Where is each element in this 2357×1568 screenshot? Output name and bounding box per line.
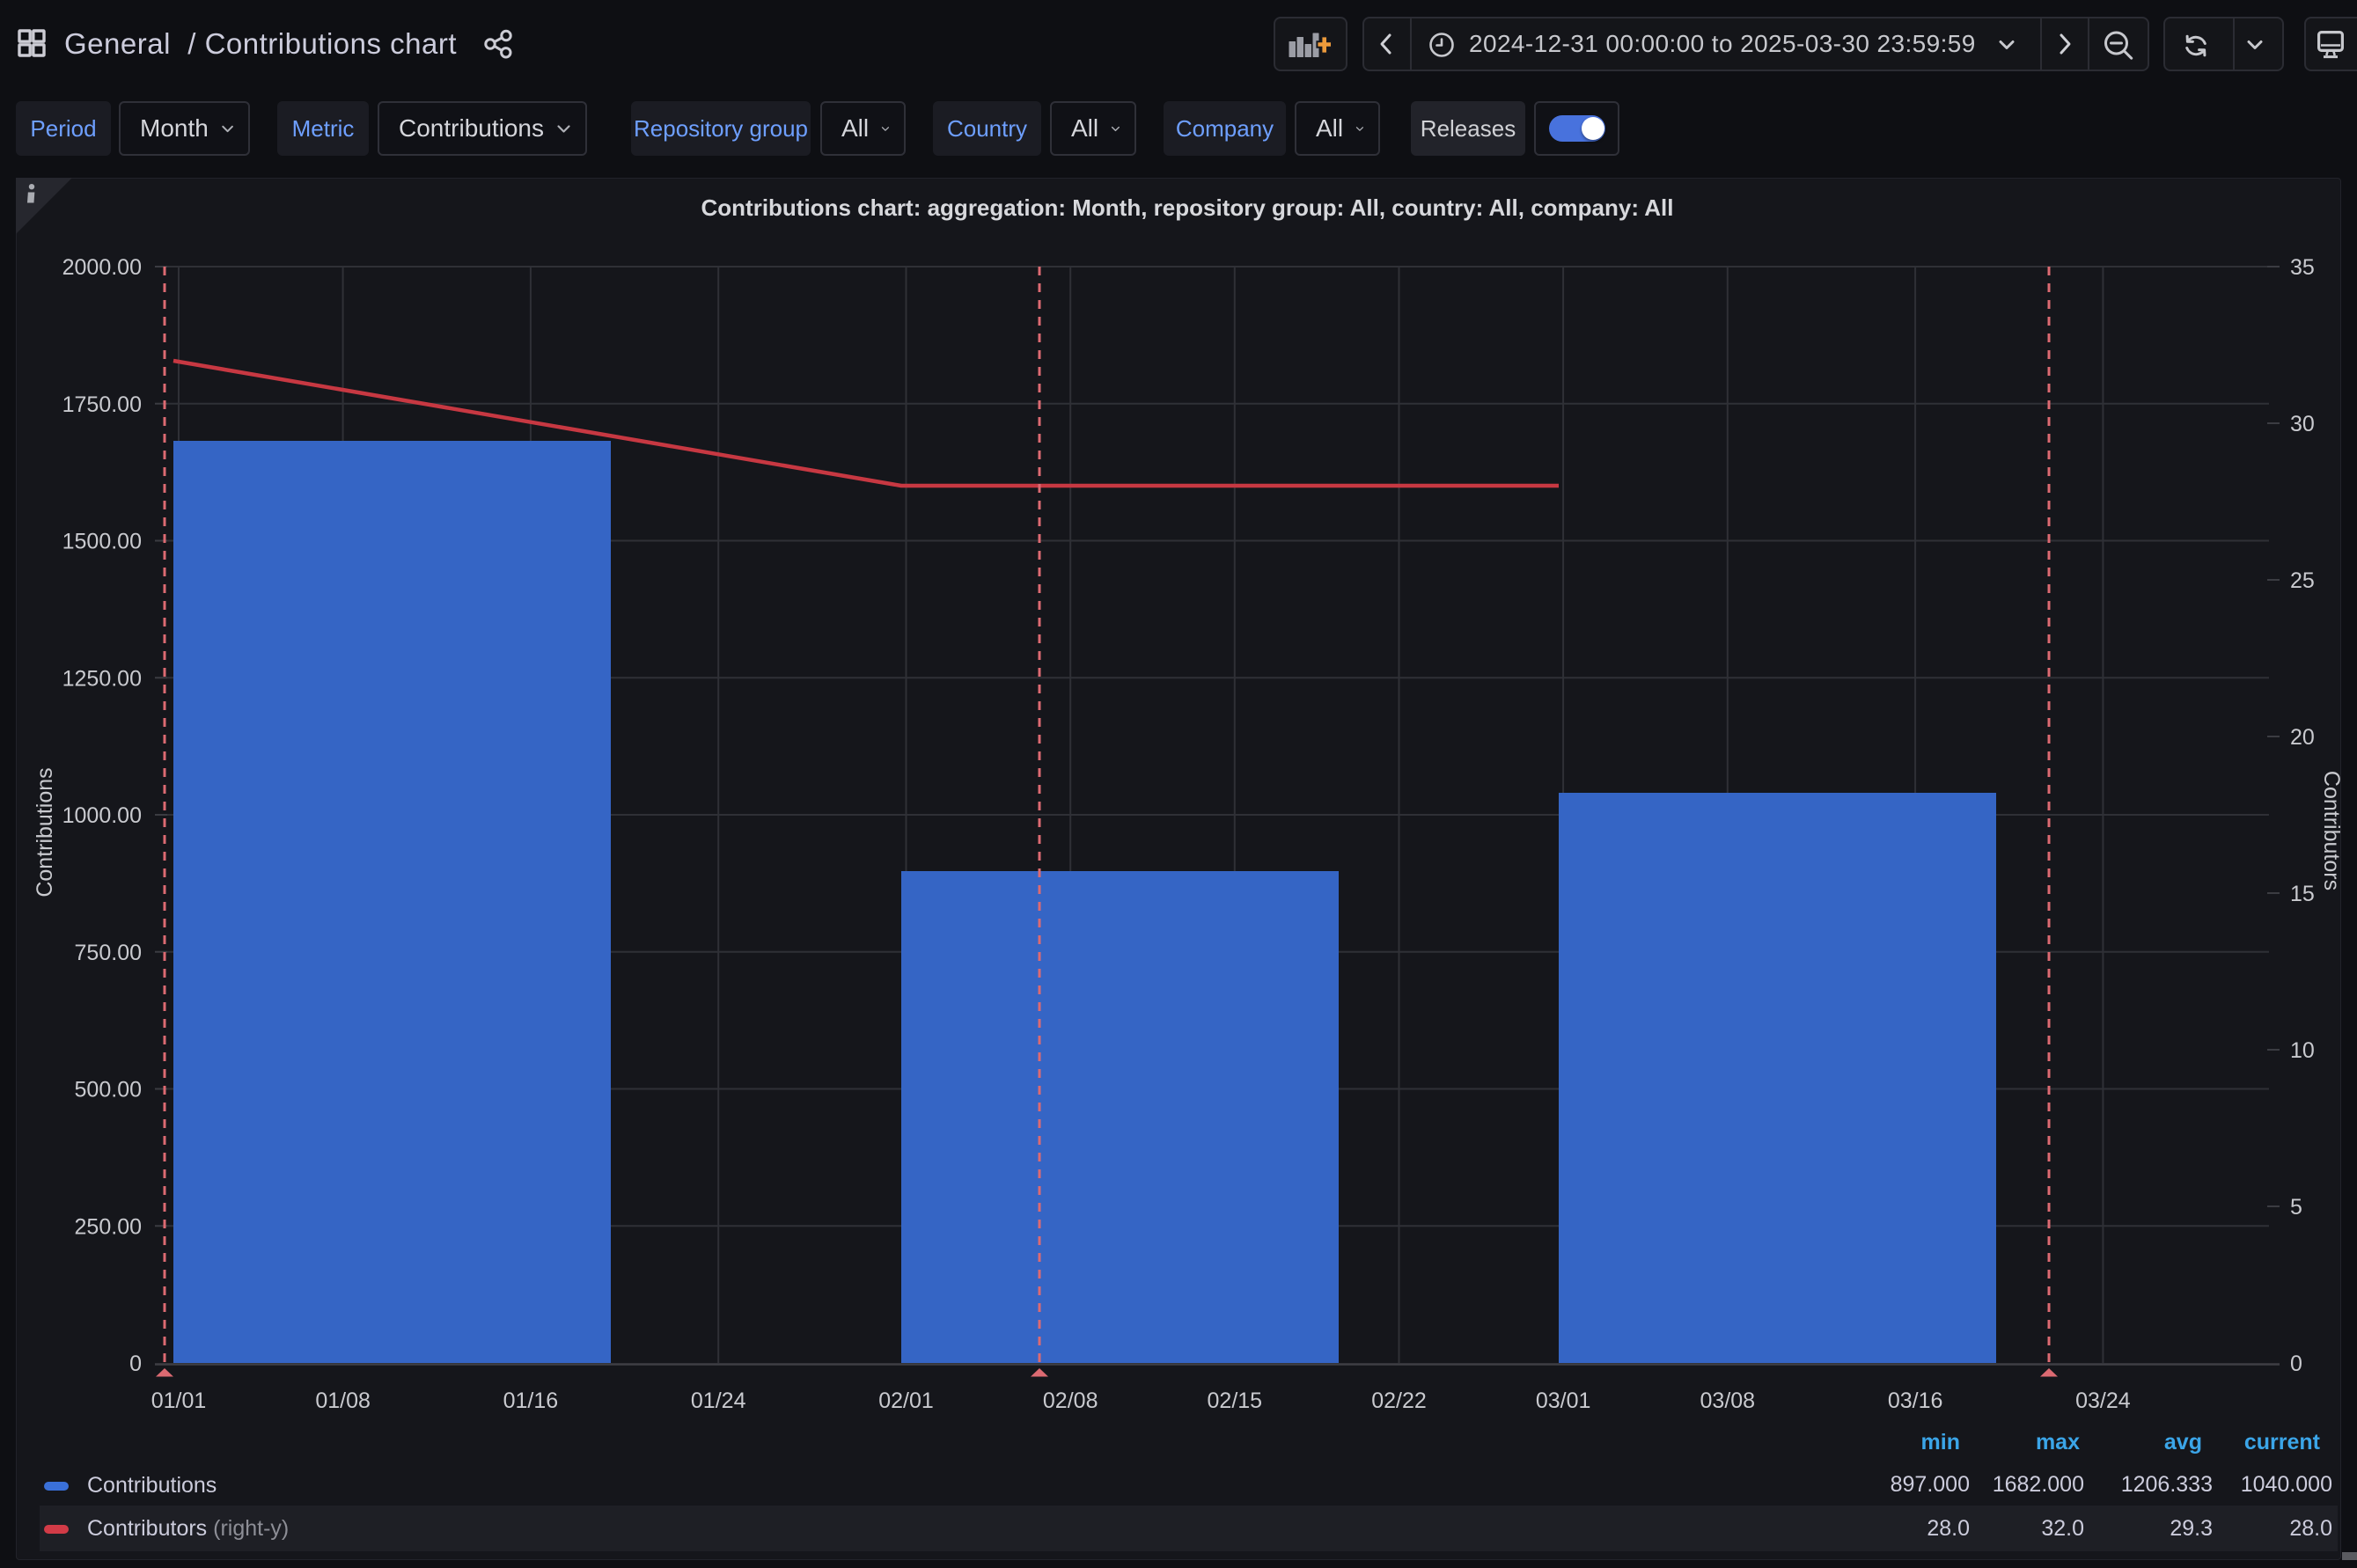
svg-text:250.00: 250.00 — [75, 1214, 142, 1239]
svg-text:1500.00: 1500.00 — [62, 530, 142, 554]
svg-text:0: 0 — [129, 1352, 142, 1376]
svg-text:1750.00: 1750.00 — [62, 392, 142, 417]
svg-text:03/16: 03/16 — [1888, 1388, 1943, 1413]
svg-text:01/16: 01/16 — [503, 1388, 559, 1413]
svg-text:30: 30 — [2290, 412, 2315, 436]
svg-text:25: 25 — [2290, 568, 2315, 593]
svg-text:35: 35 — [2290, 255, 2315, 280]
svg-text:1250.00: 1250.00 — [62, 666, 142, 691]
svg-text:20: 20 — [2290, 725, 2315, 750]
svg-text:02/01: 02/01 — [878, 1388, 934, 1413]
svg-text:03/24: 03/24 — [2075, 1388, 2131, 1413]
svg-text:5: 5 — [2290, 1195, 2302, 1220]
svg-text:01/08: 01/08 — [315, 1388, 371, 1413]
svg-text:500.00: 500.00 — [75, 1078, 142, 1103]
svg-text:03/08: 03/08 — [1700, 1388, 1756, 1413]
svg-text:750.00: 750.00 — [75, 941, 142, 965]
svg-text:02/22: 02/22 — [1371, 1388, 1427, 1413]
svg-text:Contributions: Contributions — [33, 767, 57, 897]
svg-text:01/24: 01/24 — [691, 1388, 746, 1413]
svg-text:02/15: 02/15 — [1208, 1388, 1263, 1413]
svg-text:15: 15 — [2290, 882, 2315, 906]
svg-text:03/01: 03/01 — [1536, 1388, 1591, 1413]
svg-text:2000.00: 2000.00 — [62, 255, 142, 280]
svg-text:02/08: 02/08 — [1043, 1388, 1098, 1413]
svg-text:0: 0 — [2290, 1352, 2302, 1376]
svg-text:1000.00: 1000.00 — [62, 803, 142, 828]
svg-text:Contributors: Contributors — [2319, 771, 2344, 890]
svg-text:01/01: 01/01 — [151, 1388, 207, 1413]
svg-text:10: 10 — [2290, 1038, 2315, 1063]
